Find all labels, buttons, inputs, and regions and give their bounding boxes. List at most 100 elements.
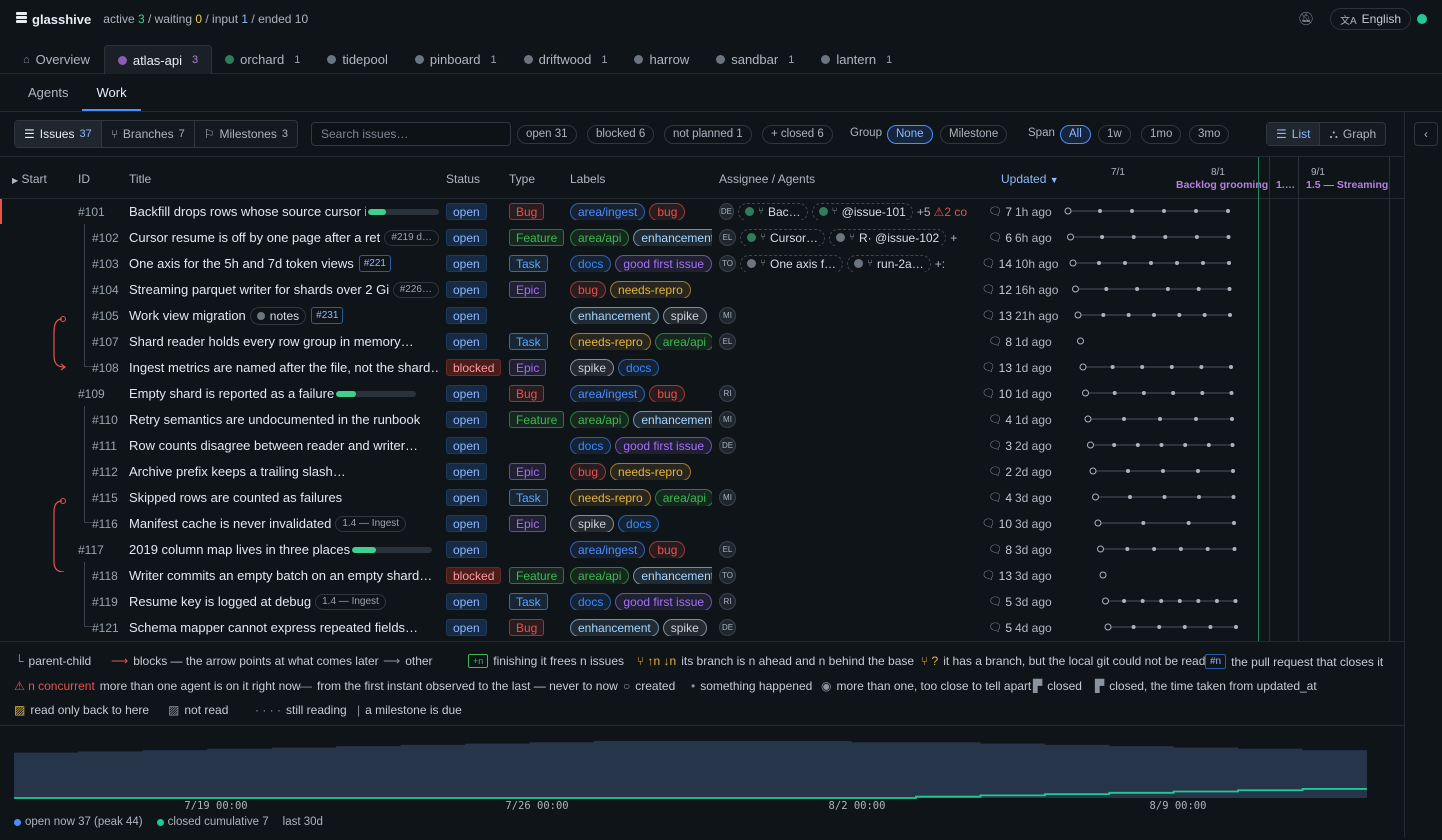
- issue-title[interactable]: Empty shard is reported as a failure: [129, 386, 334, 401]
- assignee-avatar[interactable]: RI: [719, 385, 736, 402]
- more-agents-count[interactable]: +: [950, 231, 957, 245]
- issue-type[interactable]: Bug: [509, 619, 545, 636]
- created-marker[interactable]: [1102, 597, 1109, 605]
- issue-status[interactable]: open: [446, 229, 487, 246]
- event-marker[interactable]: [1175, 261, 1179, 265]
- project-tab-lantern[interactable]: lantern 1: [808, 45, 906, 74]
- event-marker[interactable]: [1122, 417, 1126, 421]
- label-chip[interactable]: docs: [570, 593, 612, 610]
- created-marker[interactable]: [1074, 311, 1082, 319]
- issue-id[interactable]: #102: [92, 229, 119, 246]
- event-marker[interactable]: [1206, 443, 1211, 447]
- table-row[interactable]: #105 Work view migration notes #231 open enha…: [0, 302, 1404, 328]
- created-marker[interactable]: [1099, 571, 1107, 579]
- issue-type[interactable]: Bug: [509, 385, 545, 402]
- agent-chip[interactable]: ⑂ One axis f…: [740, 255, 844, 272]
- issue-status[interactable]: open: [446, 463, 487, 480]
- created-marker[interactable]: [1072, 285, 1079, 293]
- issue-id[interactable]: #107: [92, 333, 119, 350]
- event-marker[interactable]: [1131, 235, 1136, 239]
- table-row[interactable]: #101 Backfill drops rows whose source cur…: [0, 198, 1404, 224]
- status-column-header[interactable]: Status: [446, 172, 480, 186]
- created-marker[interactable]: [1104, 623, 1112, 631]
- created-marker[interactable]: [1089, 467, 1097, 475]
- span-3mo-chip[interactable]: 3mo: [1189, 125, 1230, 144]
- label-chip[interactable]: bug: [649, 385, 686, 402]
- issue-id[interactable]: #118: [92, 567, 118, 584]
- event-marker[interactable]: [1165, 287, 1170, 291]
- label-chip[interactable]: good first issue: [615, 437, 712, 454]
- issue-type[interactable]: Feature: [509, 411, 565, 428]
- project-tab-overview[interactable]: ⌂ Overview: [10, 45, 104, 74]
- issue-status[interactable]: open: [446, 203, 487, 220]
- event-marker[interactable]: [1228, 313, 1232, 317]
- issue-id[interactable]: #121: [92, 619, 119, 636]
- table-row[interactable]: #115 Skipped rows are counted as failures…: [0, 484, 1404, 510]
- event-marker[interactable]: [1205, 547, 1210, 551]
- issue-title[interactable]: Work view migration: [129, 308, 246, 323]
- graph-view-button[interactable]: ⛬ Graph: [1320, 123, 1385, 145]
- span-all-chip[interactable]: All: [1060, 125, 1091, 144]
- assignee-avatar[interactable]: MI: [719, 489, 736, 506]
- issue-id[interactable]: #104: [92, 281, 119, 298]
- event-marker[interactable]: [1197, 495, 1201, 499]
- event-marker[interactable]: [1177, 313, 1182, 317]
- event-marker[interactable]: [1227, 261, 1231, 265]
- filter-closed-chip[interactable]: + closed 6: [762, 125, 833, 144]
- event-marker[interactable]: [1171, 391, 1176, 395]
- event-marker[interactable]: [1159, 599, 1164, 603]
- event-marker[interactable]: [1201, 261, 1205, 265]
- event-marker[interactable]: [1162, 209, 1166, 213]
- issue-id[interactable]: #108: [92, 359, 119, 376]
- event-marker[interactable]: [1131, 625, 1136, 629]
- view-tab-work[interactable]: Work: [82, 74, 141, 111]
- event-marker[interactable]: [1125, 547, 1130, 551]
- assignee-avatar[interactable]: RI: [719, 593, 736, 610]
- milestone-backlog-grooming[interactable]: Backlog grooming: [1176, 179, 1268, 191]
- project-tab-atlas-api[interactable]: atlas-api 3: [103, 45, 213, 74]
- table-row[interactable]: #110 Retry semantics are undocumented in …: [0, 406, 1404, 432]
- label-chip[interactable]: good first issue: [615, 255, 712, 272]
- issue-id[interactable]: #111: [92, 437, 117, 454]
- issue-title[interactable]: 2019 column map lives in three places: [129, 542, 350, 557]
- event-marker[interactable]: [1196, 469, 1200, 473]
- label-chip[interactable]: good first issue: [615, 593, 712, 610]
- issue-status[interactable]: open: [446, 541, 487, 558]
- event-marker[interactable]: [1140, 365, 1145, 369]
- created-marker[interactable]: [1097, 545, 1104, 553]
- event-marker[interactable]: [1231, 495, 1236, 499]
- label-chip[interactable]: area/ingest: [570, 541, 646, 558]
- table-row[interactable]: #108 Ingest metrics are named after the f…: [0, 354, 1404, 380]
- created-marker[interactable]: [1067, 233, 1074, 241]
- event-marker[interactable]: [1169, 365, 1174, 369]
- label-chip[interactable]: spike: [570, 515, 615, 532]
- label-chip[interactable]: enhancement: [633, 567, 712, 584]
- title-column-header[interactable]: Title: [129, 172, 151, 186]
- project-tab-harrow[interactable]: harrow: [621, 45, 703, 74]
- event-marker[interactable]: [1112, 443, 1117, 447]
- event-marker[interactable]: [1227, 287, 1232, 291]
- event-marker[interactable]: [1183, 443, 1188, 447]
- issue-status[interactable]: open: [446, 437, 487, 454]
- table-row[interactable]: #119 Resume key is logged at debug 1.4 — I…: [0, 588, 1404, 614]
- notes-chip[interactable]: notes: [249, 306, 307, 325]
- event-marker[interactable]: [1110, 365, 1115, 369]
- label-chip[interactable]: area/api: [654, 333, 712, 350]
- issue-type[interactable]: Epic: [509, 515, 547, 532]
- event-marker[interactable]: [1229, 391, 1234, 395]
- issue-id[interactable]: #112: [92, 463, 118, 480]
- issue-type[interactable]: Epic: [509, 359, 547, 376]
- start-column-header[interactable]: ▶ Start: [12, 172, 47, 186]
- issue-title[interactable]: Cursor resume is off by one page after a…: [129, 230, 380, 245]
- issue-status[interactable]: open: [446, 593, 487, 610]
- event-marker[interactable]: [1196, 599, 1201, 603]
- event-marker[interactable]: [1152, 547, 1157, 551]
- issue-type[interactable]: Task: [509, 489, 548, 506]
- issue-status[interactable]: open: [446, 333, 487, 350]
- language-button[interactable]: 文A English: [1330, 8, 1412, 30]
- milestones-tab[interactable]: ⚐ Milestones 3: [195, 121, 297, 147]
- issue-title[interactable]: Schema mapper cannot express repeated fi…: [129, 620, 418, 635]
- issue-status[interactable]: open: [446, 385, 487, 402]
- issue-type[interactable]: Task: [509, 333, 548, 350]
- label-chip[interactable]: enhancement: [570, 307, 659, 324]
